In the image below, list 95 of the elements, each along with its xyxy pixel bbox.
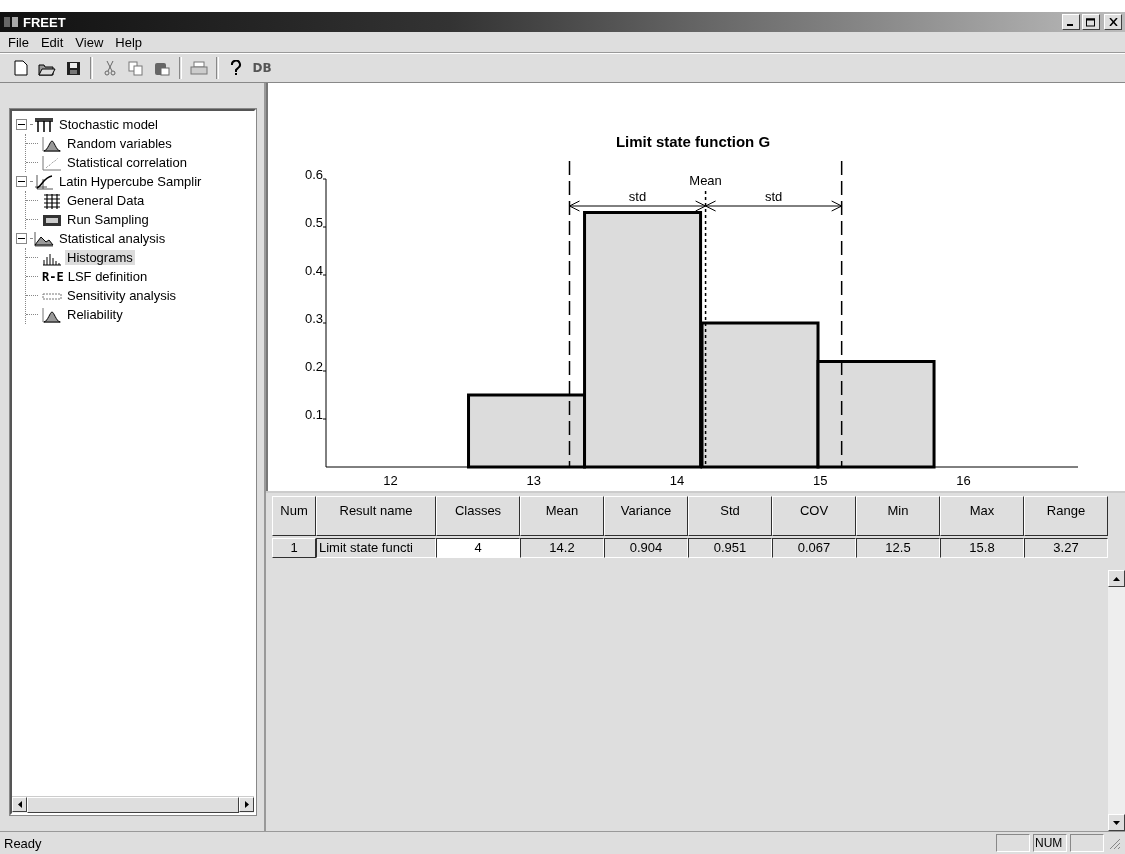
x-tick-label: 14 bbox=[669, 473, 685, 488]
collapse-toggle[interactable] bbox=[16, 176, 27, 187]
scroll-down-button[interactable] bbox=[1108, 814, 1125, 831]
table-cell: 14.2 bbox=[520, 538, 604, 558]
column-header[interactable]: Num bbox=[272, 496, 316, 536]
copy-icon[interactable] bbox=[128, 60, 144, 76]
tree-item[interactable]: General Data bbox=[65, 193, 147, 208]
column-header[interactable]: Min bbox=[856, 496, 940, 536]
tree-item[interactable]: LSF definition bbox=[65, 269, 150, 284]
column-header[interactable]: COV bbox=[772, 496, 856, 536]
minus-icon bbox=[18, 235, 25, 242]
paste-icon[interactable] bbox=[154, 60, 170, 76]
curve-chart-icon bbox=[34, 173, 54, 190]
status-panel bbox=[1070, 834, 1104, 852]
y-tick-label: 0.1 bbox=[304, 407, 323, 422]
scroll-right-button[interactable] bbox=[239, 797, 254, 812]
status-panel: NUM bbox=[1033, 834, 1067, 852]
table-cell: 0.951 bbox=[688, 538, 772, 558]
status-text: Ready bbox=[4, 835, 43, 851]
row-header[interactable]: 1 bbox=[272, 538, 316, 558]
save-icon[interactable] bbox=[65, 60, 81, 76]
resize-grip-icon bbox=[1107, 836, 1121, 850]
menu-item[interactable]: Edit bbox=[34, 34, 70, 50]
column-header[interactable]: Range bbox=[1024, 496, 1108, 536]
maximize-button[interactable] bbox=[1082, 14, 1100, 30]
menu-item[interactable]: View bbox=[69, 34, 110, 50]
y-tick-label: 0.4 bbox=[304, 263, 323, 278]
tree-item[interactable]: Sensitivity analysis bbox=[65, 288, 179, 303]
y-tick-label: 0.3 bbox=[304, 311, 323, 326]
x-tick-label: 12 bbox=[383, 473, 398, 488]
x-tick-label: 15 bbox=[812, 473, 828, 488]
close-button[interactable] bbox=[1104, 14, 1122, 30]
column-header[interactable]: Max bbox=[940, 496, 1024, 536]
column-header[interactable]: Classes bbox=[436, 496, 520, 536]
collapse-toggle[interactable] bbox=[16, 119, 27, 130]
area-chart-icon bbox=[34, 230, 54, 247]
up-arrow-icon bbox=[1113, 576, 1120, 581]
minus-icon bbox=[18, 121, 25, 128]
minus-icon bbox=[18, 178, 25, 185]
column-header[interactable]: Mean bbox=[520, 496, 604, 536]
pillars-icon bbox=[34, 116, 54, 133]
window-title: FREET bbox=[23, 14, 67, 30]
table-cell: 0.904 bbox=[604, 538, 688, 558]
menu-item[interactable]: Help bbox=[109, 34, 149, 50]
table-cell: 3.27 bbox=[1024, 538, 1108, 558]
tree-item[interactable]: Stochastic model bbox=[57, 117, 160, 132]
column-header[interactable]: Variance bbox=[604, 496, 688, 536]
tree-item[interactable]: Latin Hypercube Samplir bbox=[57, 174, 204, 189]
y-tick-label: 0.6 bbox=[304, 167, 323, 182]
left-arrow-icon bbox=[17, 801, 22, 808]
x-tick-label: 16 bbox=[956, 473, 971, 488]
minimize-button[interactable] bbox=[1062, 14, 1080, 30]
bell-curve-icon bbox=[42, 306, 62, 323]
x-tick-label: 13 bbox=[526, 473, 541, 488]
table-cell: Limit state functi bbox=[316, 538, 436, 558]
horizontal-scrollbar[interactable] bbox=[12, 796, 254, 813]
annotation-label: Mean bbox=[689, 173, 722, 188]
app-icon bbox=[3, 15, 19, 29]
tree-item[interactable]: Random variables bbox=[65, 136, 174, 151]
annotation-label: std bbox=[764, 189, 783, 204]
database-button[interactable]: DB bbox=[251, 57, 273, 79]
vertical-scrollbar[interactable] bbox=[1108, 570, 1125, 831]
right-arrow-icon bbox=[244, 801, 249, 808]
menu-item[interactable]: File bbox=[2, 34, 35, 50]
re-icon: R-E bbox=[42, 269, 64, 284]
table-cell: 15.8 bbox=[940, 538, 1024, 558]
annotation-label: std bbox=[628, 189, 647, 204]
new-file-icon[interactable] bbox=[14, 60, 28, 76]
y-tick-label: 0.2 bbox=[304, 359, 323, 374]
scissors-icon[interactable] bbox=[104, 60, 116, 76]
column-header[interactable]: Result name bbox=[316, 496, 436, 536]
table-icon bbox=[42, 192, 62, 209]
close-icon bbox=[1108, 18, 1118, 26]
chart-title: Limit state function G bbox=[615, 133, 771, 150]
tree-item[interactable]: Histograms bbox=[65, 250, 135, 265]
bell-curve-icon bbox=[42, 135, 62, 152]
scatter-plot-icon bbox=[42, 154, 62, 171]
maximize-icon bbox=[1086, 17, 1096, 27]
column-header[interactable]: Std bbox=[688, 496, 772, 536]
input-field[interactable]: 4 bbox=[436, 538, 520, 558]
scroll-left-button[interactable] bbox=[12, 797, 27, 812]
tree-item[interactable]: Run Sampling bbox=[65, 212, 151, 227]
printer-icon[interactable] bbox=[190, 60, 208, 76]
scroll-thumb[interactable] bbox=[27, 797, 239, 813]
table-cell: 0.067 bbox=[772, 538, 856, 558]
status-panel bbox=[996, 834, 1030, 852]
help-icon[interactable] bbox=[230, 60, 242, 76]
table-cell: 12.5 bbox=[856, 538, 940, 558]
tree-item[interactable]: Reliability bbox=[65, 307, 125, 322]
tree-item[interactable]: Statistical correlation bbox=[65, 155, 189, 170]
scroll-up-button[interactable] bbox=[1108, 570, 1125, 587]
down-arrow-icon bbox=[1113, 820, 1120, 825]
tree-item[interactable]: Statistical analysis bbox=[57, 231, 168, 246]
y-tick-label: 0.5 bbox=[304, 215, 323, 230]
collapse-toggle[interactable] bbox=[16, 233, 27, 244]
